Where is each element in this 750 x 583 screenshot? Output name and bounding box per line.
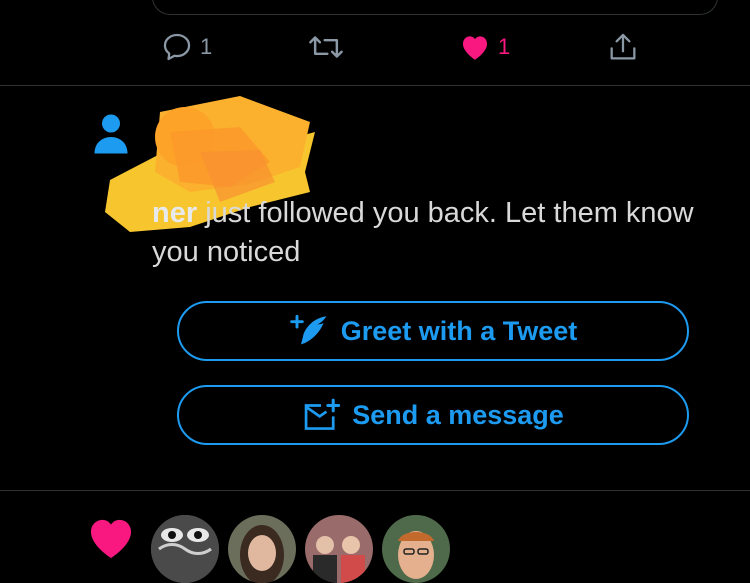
mail-plus-icon: [304, 398, 341, 430]
share-icon: [610, 33, 636, 60]
greet-button-label: Greet with a Tweet: [340, 315, 578, 346]
retweet-icon: [309, 36, 343, 58]
avatar[interactable]: [305, 515, 373, 583]
tweet-divider: [0, 85, 750, 86]
avatar[interactable]: [228, 515, 296, 583]
reply-button[interactable]: 1: [160, 30, 212, 64]
message-button-label: Send a message: [352, 399, 564, 430]
avatar[interactable]: [151, 515, 219, 583]
reply-count: 1: [200, 34, 213, 59]
tweet-action-bar: 1 1: [0, 30, 750, 70]
follow-notification-text: ner just followed you back. Let them kno…: [152, 194, 722, 272]
notification-divider: [0, 490, 750, 491]
share-button[interactable]: [606, 30, 640, 64]
heart-icon: [88, 518, 134, 565]
like-icon: [462, 36, 488, 60]
like-count: 1: [498, 34, 511, 59]
send-message-button[interactable]: Send a message: [177, 385, 689, 445]
reply-icon: [163, 33, 191, 61]
retweet-button[interactable]: [307, 30, 351, 64]
avatar[interactable]: [382, 515, 450, 583]
like-button[interactable]: 1: [458, 30, 510, 64]
previous-tweet-card[interactable]: [152, 0, 718, 15]
feather-plus-icon: [289, 314, 327, 345]
notification-message: just followed you back. Let them know yo…: [152, 197, 694, 268]
follower-name[interactable]: ner: [152, 197, 197, 229]
greet-with-tweet-button[interactable]: Greet with a Tweet: [177, 301, 689, 361]
